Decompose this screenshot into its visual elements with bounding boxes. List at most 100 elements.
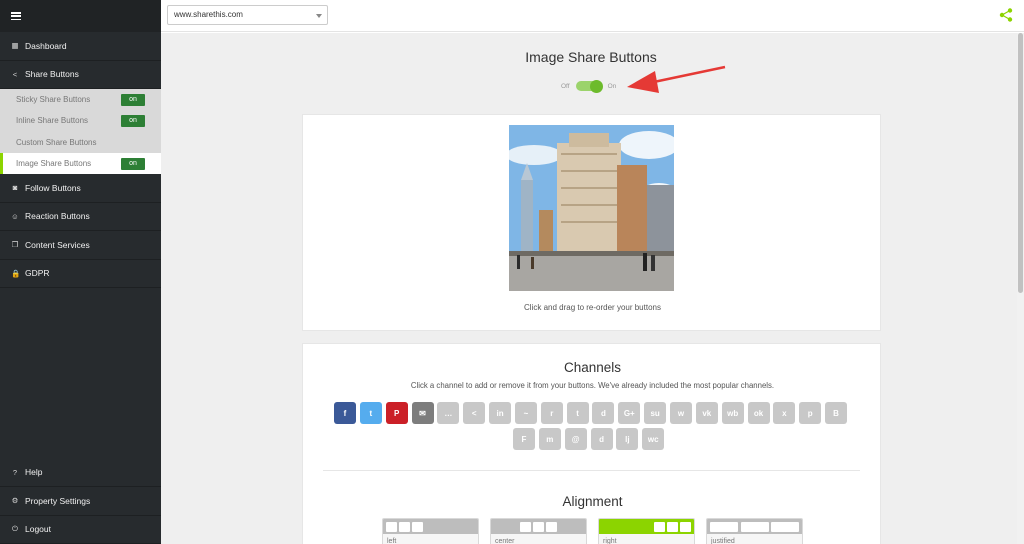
alignment-preview: [383, 519, 478, 534]
nav-item-label: Content Services: [25, 239, 90, 250]
preview-image[interactable]: [509, 125, 674, 291]
nav-item-reaction-buttons[interactable]: ☺ Reaction Buttons: [0, 203, 161, 232]
enable-toggle-row: Off On: [561, 79, 617, 93]
preview-button-shape: [412, 521, 423, 532]
reddit-icon[interactable]: r: [540, 402, 563, 424]
nav-item-label: Help: [25, 467, 43, 478]
property-select-value: www.sharethis.com: [174, 10, 243, 19]
vk-icon[interactable]: vk: [695, 402, 718, 424]
sidebar-item-label: Image Share Buttons: [16, 159, 92, 169]
preview-button-shape: [386, 521, 397, 532]
status-badge[interactable]: on: [121, 157, 145, 170]
alignment-preview: [491, 519, 586, 534]
facebook-icon[interactable]: f: [334, 402, 356, 424]
digg-icon[interactable]: d: [592, 402, 615, 424]
preview-button-shape: [710, 521, 738, 532]
sharethis-icon[interactable]: <: [463, 402, 486, 424]
drag-instruction: Click and drag to re-order your buttons: [524, 303, 661, 312]
hamburger-menu-icon[interactable]: [11, 12, 21, 20]
preview-button-shape: [399, 521, 410, 532]
stumbleupon-icon[interactable]: su: [644, 402, 667, 424]
main-content: Image Share Buttons Off On Click and dra…: [161, 33, 1017, 544]
sidebar-item-inline-share-buttons[interactable]: Inline Share Buttons on: [0, 110, 161, 131]
sidebar-header: [0, 0, 161, 32]
nav-item-logout[interactable]: ⏻ Logout: [0, 516, 161, 544]
alignment-label: center: [495, 538, 515, 544]
weibo-icon[interactable]: wb: [721, 402, 744, 424]
preview-button-shape: [771, 521, 799, 532]
section-divider: [323, 470, 860, 471]
scrollbar-thumb[interactable]: [1018, 33, 1023, 293]
nav-item-share-buttons[interactable]: < Share Buttons: [0, 61, 161, 89]
nav-item-label: GDPR: [25, 268, 50, 279]
blogger-icon[interactable]: B: [825, 402, 848, 424]
whatsapp-icon[interactable]: w: [669, 402, 692, 424]
sidebar-item-custom-share-buttons[interactable]: Custom Share Buttons: [0, 132, 161, 153]
sidebar-item-label: Custom Share Buttons: [16, 137, 97, 147]
alignment-preview: [599, 519, 694, 534]
lock-icon: 🔒: [11, 268, 21, 278]
preview-button-shape: [740, 521, 769, 532]
alignment-option-right[interactable]: right: [598, 518, 695, 544]
channels-title: Channels: [563, 360, 622, 375]
xing-icon[interactable]: x: [773, 402, 796, 424]
gear-icon: ⚙: [11, 496, 19, 506]
alignment-preview: [707, 519, 802, 534]
toggle-knob: [589, 79, 603, 93]
wechat-icon[interactable]: wc: [642, 428, 665, 450]
scrollbar[interactable]: [1017, 33, 1024, 544]
messenger-icon[interactable]: ~: [514, 402, 537, 424]
channels-card: Channels Click a channel to add or remov…: [302, 343, 881, 544]
alignment-option-center[interactable]: center: [490, 518, 587, 544]
delicious-icon[interactable]: d: [590, 428, 613, 450]
nav-item-label: Reaction Buttons: [25, 211, 90, 222]
email-icon[interactable]: ✉: [411, 402, 434, 424]
linkedin-icon[interactable]: in: [489, 402, 512, 424]
grid-icon: ▦: [11, 41, 19, 51]
livejournal-icon[interactable]: lj: [616, 428, 639, 450]
sidebar-item-label: Inline Share Buttons: [16, 116, 89, 126]
nav-item-label: Dashboard: [25, 40, 67, 51]
topbar: www.sharethis.com: [161, 0, 1024, 32]
preview-button-shape: [533, 521, 544, 532]
nav-item-label: Property Settings: [25, 495, 91, 506]
sidebar: ▦ Dashboard < Share Buttons Sticky Share Bu…: [0, 0, 161, 544]
sms-icon[interactable]: …: [437, 402, 460, 424]
preview-button-shape: [667, 521, 678, 532]
nav-item-help[interactable]: ? Help: [0, 459, 161, 487]
odnoklassniki-icon[interactable]: ok: [747, 402, 770, 424]
nav-item-label: Follow Buttons: [25, 182, 81, 193]
nav-item-gdpr[interactable]: 🔒 GDPR: [0, 260, 161, 289]
alignment-options: left center right justified: [382, 518, 814, 544]
toggle-on-label: On: [607, 82, 617, 90]
pinterest-icon[interactable]: P: [385, 402, 408, 424]
status-badge[interactable]: on: [121, 114, 145, 127]
tumblr-icon[interactable]: t: [566, 402, 589, 424]
sidebar-item-image-share-buttons[interactable]: Image Share Buttons on: [0, 152, 161, 175]
enable-toggle[interactable]: [575, 79, 603, 93]
sidebar-item-sticky-share-buttons[interactable]: Sticky Share Buttons on: [0, 89, 161, 110]
alignment-option-justified[interactable]: justified: [706, 518, 803, 544]
copy-icon: ❐: [11, 240, 19, 250]
googleplus-icon[interactable]: G+: [618, 402, 641, 424]
share-icon[interactable]: [999, 8, 1013, 22]
nav-item-property-settings[interactable]: ⚙ Property Settings: [0, 487, 161, 516]
nav-item-content-services[interactable]: ❐ Content Services: [0, 231, 161, 260]
nav-item-follow-buttons[interactable]: ◙ Follow Buttons: [0, 174, 161, 203]
meneame-icon[interactable]: m: [538, 428, 561, 450]
flipboard-icon[interactable]: F: [513, 428, 535, 450]
nav-item-dashboard[interactable]: ▦ Dashboard: [0, 32, 161, 61]
page-title: Image Share Buttons: [525, 49, 657, 65]
alignment-option-left[interactable]: left: [382, 518, 479, 544]
sidebar-item-label: Sticky Share Buttons: [16, 95, 91, 105]
twitter-icon[interactable]: t: [359, 402, 382, 424]
channels-subtitle: Click a channel to add or remove it from…: [410, 381, 775, 390]
property-select[interactable]: www.sharethis.com: [167, 5, 328, 25]
mailru-icon[interactable]: @: [564, 428, 587, 450]
status-badge[interactable]: on: [121, 93, 145, 106]
print-icon[interactable]: p: [799, 402, 822, 424]
alignment-label: right: [603, 538, 617, 544]
preview-button-shape: [546, 521, 557, 532]
alignment-label: justified: [711, 538, 735, 544]
question-icon: ?: [12, 467, 18, 477]
